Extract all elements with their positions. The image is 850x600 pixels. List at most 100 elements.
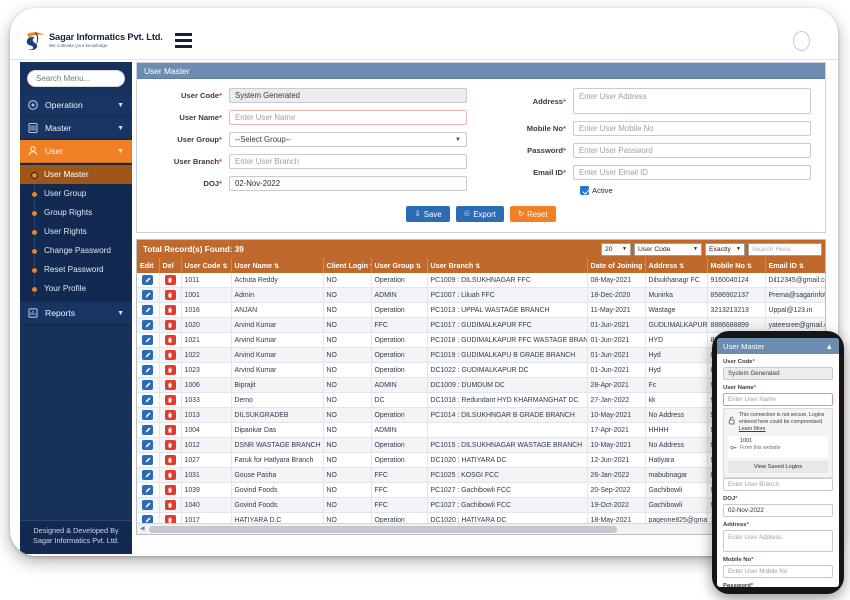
trash-icon[interactable] <box>164 395 176 405</box>
mobile-no-input[interactable]: Enter User Mobile No <box>573 121 811 136</box>
scrollbar-thumb[interactable] <box>149 526 617 533</box>
sidebar-group-reports[interactable]: Reports ▼ <box>20 302 132 325</box>
chevron-up-icon[interactable]: ▲ <box>825 342 833 351</box>
user-avatar-icon[interactable] <box>793 31 810 51</box>
trash-icon[interactable] <box>164 425 176 435</box>
match-mode-select[interactable]: Exactly ▼ <box>705 242 745 256</box>
mobile-mobile-no-input[interactable]: Enter User Mobile No <box>723 565 833 579</box>
mobile-user-branch-input[interactable]: Enter User Branch <box>723 478 833 492</box>
col-user-code[interactable]: User Code ⇅ <box>181 258 232 273</box>
sidebar-group-operation[interactable]: Operation ▼ <box>20 94 132 117</box>
cell-code: 1006 <box>181 377 232 393</box>
table-row[interactable]: 1016 ANJAN NO Operation PC1013 : UPPAL WASTA… <box>137 302 825 318</box>
trash-icon[interactable] <box>164 500 176 510</box>
edit-icon[interactable] <box>142 425 154 435</box>
trash-icon[interactable] <box>164 335 176 345</box>
col-edit[interactable]: Edit <box>137 258 160 273</box>
cell-name: DILSUKGRADEB <box>231 407 324 423</box>
edit-icon[interactable] <box>142 350 154 360</box>
sidebar-item-your-profile[interactable]: Your Profile <box>20 279 132 298</box>
search-input[interactable]: Search Here.. <box>748 242 822 256</box>
delete-cell <box>159 482 182 498</box>
trash-icon[interactable] <box>164 350 176 360</box>
sidebar-item-user-rights[interactable]: User Rights <box>20 222 132 241</box>
password-input[interactable]: Enter User Password <box>573 143 811 158</box>
doj-input[interactable]: 02-Nov-2022 <box>229 176 467 191</box>
edit-icon[interactable] <box>142 500 154 510</box>
cell-name: DSNR WASTAGE BRANCH <box>231 437 324 453</box>
user-branch-input[interactable]: Enter User Branch <box>229 154 467 169</box>
table-row[interactable]: 1001 Admin NO ADMIN PC1007 : Liluah FFC 18-De… <box>137 287 825 303</box>
hamburger-menu-icon[interactable] <box>174 33 192 48</box>
sidebar-group-user[interactable]: User ▼ <box>20 140 132 163</box>
edit-icon[interactable] <box>142 380 154 390</box>
sidebar-item-group-rights[interactable]: Group Rights <box>20 203 132 222</box>
field-email-id: Email ID* Enter User Email ID <box>481 165 825 180</box>
trash-icon[interactable] <box>164 305 176 315</box>
edit-icon[interactable] <box>142 410 154 420</box>
col-date-of-joining[interactable]: Date of Joining⇅ <box>587 258 646 273</box>
user-name-input[interactable]: Enter User Name <box>229 110 467 125</box>
edit-icon[interactable] <box>142 455 154 465</box>
edit-icon[interactable] <box>142 440 154 450</box>
edit-icon[interactable] <box>142 470 154 480</box>
col-del[interactable]: Del <box>159 258 182 273</box>
trash-icon[interactable] <box>164 470 176 480</box>
table-row[interactable]: 1020 Arvind Kumar NO FFC PC1017 : GUDIMALKAP… <box>137 317 825 333</box>
col-address[interactable]: Address ⇅ <box>645 258 708 273</box>
col-user-group[interactable]: User Group ⇅ <box>371 258 428 273</box>
address-input[interactable]: Enter User Address <box>573 88 811 114</box>
edit-icon[interactable] <box>142 335 154 345</box>
reset-button[interactable]: ↻ Reset <box>509 206 556 222</box>
col-email-id[interactable]: Email ID ⇅ <box>765 258 825 273</box>
sidebar-item-label: User Rights <box>44 227 87 236</box>
view-saved-logins-button[interactable]: View Saved Logins <box>728 461 828 474</box>
active-checkbox[interactable] <box>580 186 589 195</box>
mobile-user-name-input[interactable]: Enter User Name <box>723 393 833 406</box>
trash-icon[interactable] <box>164 485 176 495</box>
chevron-down-icon: ▼ <box>693 246 698 252</box>
edit-icon[interactable] <box>142 305 154 315</box>
sidebar-item-user-group[interactable]: User Group <box>20 184 132 203</box>
trash-icon[interactable] <box>164 275 176 285</box>
trash-icon[interactable] <box>164 515 176 523</box>
export-button[interactable]: ☉ Export <box>455 206 504 222</box>
col-user-name[interactable]: User Name ⇅ <box>231 258 324 273</box>
edit-icon[interactable] <box>142 485 154 495</box>
mobile-form-body: User Code* System Generated User Name* E… <box>717 354 839 587</box>
user-group-select[interactable]: --Select Group-- ▼ <box>229 132 467 147</box>
trash-icon[interactable] <box>164 380 176 390</box>
edit-icon[interactable] <box>142 515 154 523</box>
saved-login-row[interactable]: 1001 From this website <box>728 436 828 459</box>
page-size-select[interactable]: 20 ▼ <box>601 242 631 256</box>
table-row[interactable]: 1011 Achuta Reddy NO Operation PC1009 : DILS… <box>137 273 825 288</box>
mobile-address-input[interactable]: Enter User Address <box>723 530 833 553</box>
edit-icon[interactable] <box>142 395 154 405</box>
mobile-doj-input[interactable]: 02-Nov-2022 <box>723 504 833 518</box>
trash-icon[interactable] <box>164 320 176 330</box>
trash-icon[interactable] <box>164 365 176 375</box>
edit-icon[interactable] <box>142 290 154 300</box>
edit-icon[interactable] <box>142 275 154 285</box>
col-user-branch[interactable]: User Branch ⇅ <box>427 258 588 273</box>
trash-icon[interactable] <box>164 410 176 420</box>
edit-icon[interactable] <box>142 365 154 375</box>
col-client-login[interactable]: Client Login⇅ <box>323 258 372 273</box>
sidebar-item-reset-password[interactable]: Reset Password <box>20 260 132 279</box>
search-menu-input[interactable] <box>27 70 125 87</box>
trash-icon[interactable] <box>164 440 176 450</box>
save-button[interactable]: ⇩ Save <box>406 206 450 222</box>
sidebar-item-user-master[interactable]: User Master <box>20 165 132 184</box>
col-mobile-no[interactable]: Mobile No ⇅ <box>707 258 766 273</box>
email-id-input[interactable]: Enter User Email ID <box>573 165 811 180</box>
trash-icon[interactable] <box>164 455 176 465</box>
sidebar-group-master[interactable]: Master ▼ <box>20 117 132 140</box>
learn-more-link[interactable]: Learn More <box>739 426 766 432</box>
trash-icon[interactable] <box>164 290 176 300</box>
edit-icon[interactable] <box>142 320 154 330</box>
field-user-code: User Code* System Generated <box>137 88 481 103</box>
chevron-down-icon: ▼ <box>117 309 124 317</box>
search-column-select[interactable]: User Code ▼ <box>634 242 702 256</box>
sidebar-item-change-password[interactable]: Change Password <box>20 241 132 260</box>
scroll-left-icon[interactable]: ◀ <box>140 526 145 533</box>
